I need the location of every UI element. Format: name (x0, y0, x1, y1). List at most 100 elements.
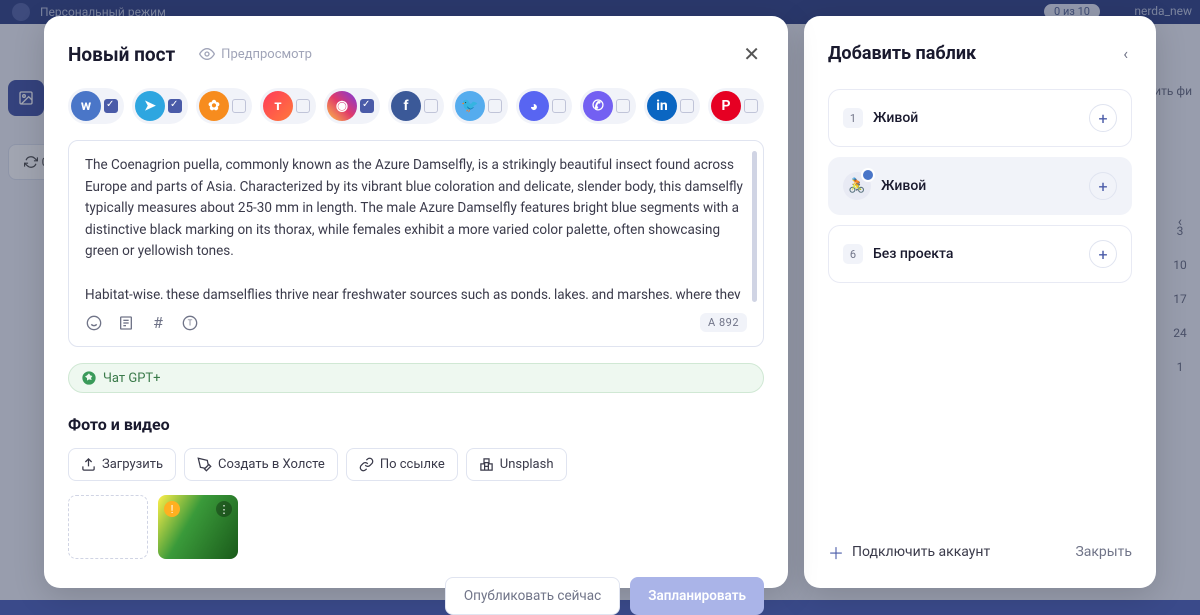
emoji-icon[interactable] (85, 314, 103, 332)
vk-icon: w (71, 91, 101, 121)
facebook-icon: f (391, 91, 421, 121)
discord-icon: ◕ (519, 91, 549, 121)
gpt-label: Чат GPT+ (103, 371, 161, 386)
public-item[interactable]: 🚴 Живой + (828, 157, 1132, 215)
social-networks-row: w ➤ ✿ т ◉ f 🐦 ◕ ✆ in P (68, 88, 764, 124)
modal-container: Новый пост Предпросмотр ✕ w ➤ ✿ т ◉ f 🐦 ◕ ✆ in P T… (44, 16, 1156, 588)
new-post-modal: Новый пост Предпросмотр ✕ w ➤ ✿ т ◉ f 🐦 ◕ ✆ in P T… (44, 16, 788, 588)
sidebar-footer: ＋ Подключить аккаунт Закрыть (828, 540, 1132, 564)
hashtag-icon[interactable]: # (149, 314, 167, 332)
public-name-label: Живой (873, 110, 918, 126)
char-counter: A 892 (700, 313, 747, 332)
social-facebook[interactable]: f (388, 88, 444, 124)
preview-button[interactable]: Предпросмотр (199, 46, 312, 62)
sidebar-header: Добавить паблик ‹ (828, 40, 1132, 67)
link-label: По ссылке (380, 457, 445, 472)
add-public-button[interactable]: + (1089, 240, 1117, 268)
pinterest-checkbox[interactable] (744, 99, 758, 113)
gpt-icon (81, 370, 97, 386)
facebook-checkbox[interactable] (424, 99, 438, 113)
instagram-checkbox[interactable] (360, 99, 374, 113)
social-twitter[interactable]: 🐦 (452, 88, 508, 124)
text-format-icon[interactable]: T (181, 314, 199, 332)
eye-icon (199, 46, 215, 62)
telegram-checkbox[interactable] (168, 99, 182, 113)
ok-icon: ✿ (199, 91, 229, 121)
public-item[interactable]: 6 Без проекта + (828, 225, 1132, 283)
twitter-icon: 🐦 (455, 91, 485, 121)
social-ok[interactable]: ✿ (196, 88, 252, 124)
close-sidebar-button[interactable]: Закрыть (1075, 544, 1132, 560)
public-count-badge: 1 (843, 108, 863, 128)
canvas-button[interactable]: Создать в Холсте (184, 448, 338, 481)
editor-toolbar: # T A 892 (85, 311, 747, 332)
viber-checkbox[interactable] (616, 99, 630, 113)
twitter-checkbox[interactable] (488, 99, 502, 113)
publics-list: 1 Живой + 🚴 Живой +6 Без проекта + (828, 89, 1132, 293)
vk-checkbox[interactable] (104, 99, 118, 113)
discord-checkbox[interactable] (552, 99, 566, 113)
media-thumbnails: ! ⋮ (68, 495, 764, 559)
upload-icon (81, 457, 96, 472)
publish-now-button[interactable]: Опубликовать сейчас (445, 577, 620, 615)
social-telegram[interactable]: ➤ (132, 88, 188, 124)
social-viber[interactable]: ✆ (580, 88, 636, 124)
media-section-title: Фото и видео (68, 415, 764, 434)
add-public-panel: Добавить паблик ‹ 1 Живой + 🚴 Живой +6 Без про… (804, 16, 1156, 588)
social-pinterest[interactable]: P (708, 88, 764, 124)
public-count-badge: 6 (843, 244, 863, 264)
unsplash-label: Unsplash (500, 457, 554, 472)
link-icon (359, 457, 374, 472)
back-button[interactable]: ‹ (1119, 40, 1132, 67)
modal-footer: Опубликовать сейчас Запланировать (68, 559, 764, 615)
schedule-button[interactable]: Запланировать (630, 577, 764, 615)
svg-text:T: T (188, 318, 193, 327)
public-item[interactable]: 1 Живой + (828, 89, 1132, 147)
social-linkedin[interactable]: in (644, 88, 700, 124)
add-public-button[interactable]: + (1089, 104, 1117, 132)
plus-icon: ＋ (828, 540, 844, 564)
social-vk[interactable]: w (68, 88, 124, 124)
upload-button[interactable]: Загрузить (68, 448, 176, 481)
viber-icon: ✆ (583, 91, 613, 121)
media-thumbnail[interactable]: ! ⋮ (158, 495, 238, 559)
pen-icon (197, 457, 212, 472)
tenchat-icon: т (263, 91, 293, 121)
connect-label: Подключить аккаунт (852, 544, 990, 560)
chatgpt-button[interactable]: Чат GPT+ (68, 363, 764, 393)
preview-label: Предпросмотр (221, 47, 312, 62)
add-public-button[interactable]: + (1089, 172, 1117, 200)
telegram-icon: ➤ (135, 91, 165, 121)
modal-header: Новый пост Предпросмотр ✕ (68, 40, 764, 68)
instagram-icon: ◉ (327, 91, 357, 121)
modal-title: Новый пост (68, 43, 175, 66)
sidebar-title: Добавить паблик (828, 43, 976, 64)
linkedin-icon: in (647, 91, 677, 121)
public-name-label: Без проекта (873, 246, 953, 262)
pinterest-icon: P (711, 91, 741, 121)
tenchat-checkbox[interactable] (296, 99, 310, 113)
social-instagram[interactable]: ◉ (324, 88, 380, 124)
post-editor: The Coenagrion puella, commonly known as… (68, 140, 764, 347)
public-avatar-icon: 🚴 (843, 172, 871, 200)
upload-label: Загрузить (102, 457, 163, 472)
template-icon[interactable] (117, 314, 135, 332)
social-discord[interactable]: ◕ (516, 88, 572, 124)
canvas-label: Создать в Холсте (218, 457, 325, 472)
unsplash-button[interactable]: Unsplash (466, 448, 567, 481)
post-text-input[interactable]: The Coenagrion puella, commonly known as… (85, 155, 747, 299)
warning-icon: ! (164, 501, 180, 517)
unsplash-icon (479, 457, 494, 472)
connect-account-button[interactable]: ＋ Подключить аккаунт (828, 540, 990, 564)
close-modal-button[interactable]: ✕ (739, 40, 764, 68)
social-tenchat[interactable]: т (260, 88, 316, 124)
linkedin-checkbox[interactable] (680, 99, 694, 113)
vk-badge-icon (861, 168, 875, 182)
public-name-label: Живой (881, 178, 926, 194)
add-media-slot[interactable] (68, 495, 148, 559)
link-button[interactable]: По ссылке (346, 448, 458, 481)
editor-scrollbar[interactable] (752, 151, 757, 302)
media-actions: Загрузить Создать в Холсте По ссылке Uns… (68, 448, 764, 481)
thumbnail-menu-icon[interactable]: ⋮ (216, 501, 232, 517)
ok-checkbox[interactable] (232, 99, 246, 113)
